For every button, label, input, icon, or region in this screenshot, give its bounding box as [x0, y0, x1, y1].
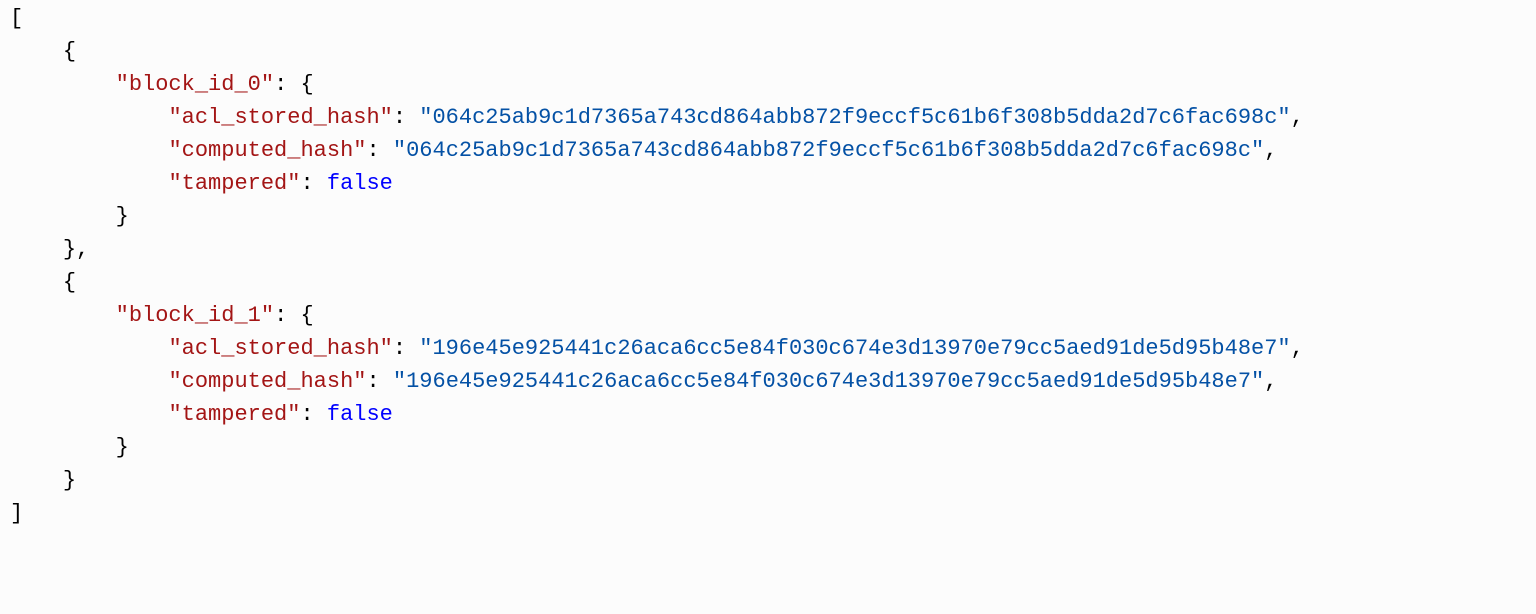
block-key: block_id_1: [129, 303, 261, 328]
array-close: ]: [10, 497, 1526, 530]
json-prop: "computed_hash": "196e45e925441c26aca6cc…: [10, 365, 1526, 398]
json-prop: "acl_stored_hash": "196e45e925441c26aca6…: [10, 332, 1526, 365]
json-prop: "tampered": false: [10, 398, 1526, 431]
hash-value: 196e45e925441c26aca6cc5e84f030c674e3d139…: [406, 369, 1251, 394]
json-prop: "block_id_1": {: [10, 299, 1526, 332]
hash-value: 064c25ab9c1d7365a743cd864abb872f9eccf5c6…: [406, 138, 1251, 163]
json-prop: "computed_hash": "064c25ab9c1d7365a743cd…: [10, 134, 1526, 167]
object-open: {: [10, 35, 1526, 68]
object-close: }: [10, 464, 1526, 497]
json-output[interactable]: [ { "block_id_0": { "acl_stored_hash": "…: [0, 0, 1536, 532]
hash-value: 196e45e925441c26aca6cc5e84f030c674e3d139…: [432, 336, 1277, 361]
object-close: },: [10, 233, 1526, 266]
hash-value: 064c25ab9c1d7365a743cd864abb872f9eccf5c6…: [432, 105, 1277, 130]
array-open: [: [10, 2, 1526, 35]
object-open: {: [10, 266, 1526, 299]
json-prop: "acl_stored_hash": "064c25ab9c1d7365a743…: [10, 101, 1526, 134]
json-prop: "tampered": false: [10, 167, 1526, 200]
bool-value: false: [327, 171, 393, 196]
bool-value: false: [327, 402, 393, 427]
block-key: block_id_0: [129, 72, 261, 97]
object-close: }: [10, 431, 1526, 464]
json-prop: "block_id_0": {: [10, 68, 1526, 101]
object-close: }: [10, 200, 1526, 233]
